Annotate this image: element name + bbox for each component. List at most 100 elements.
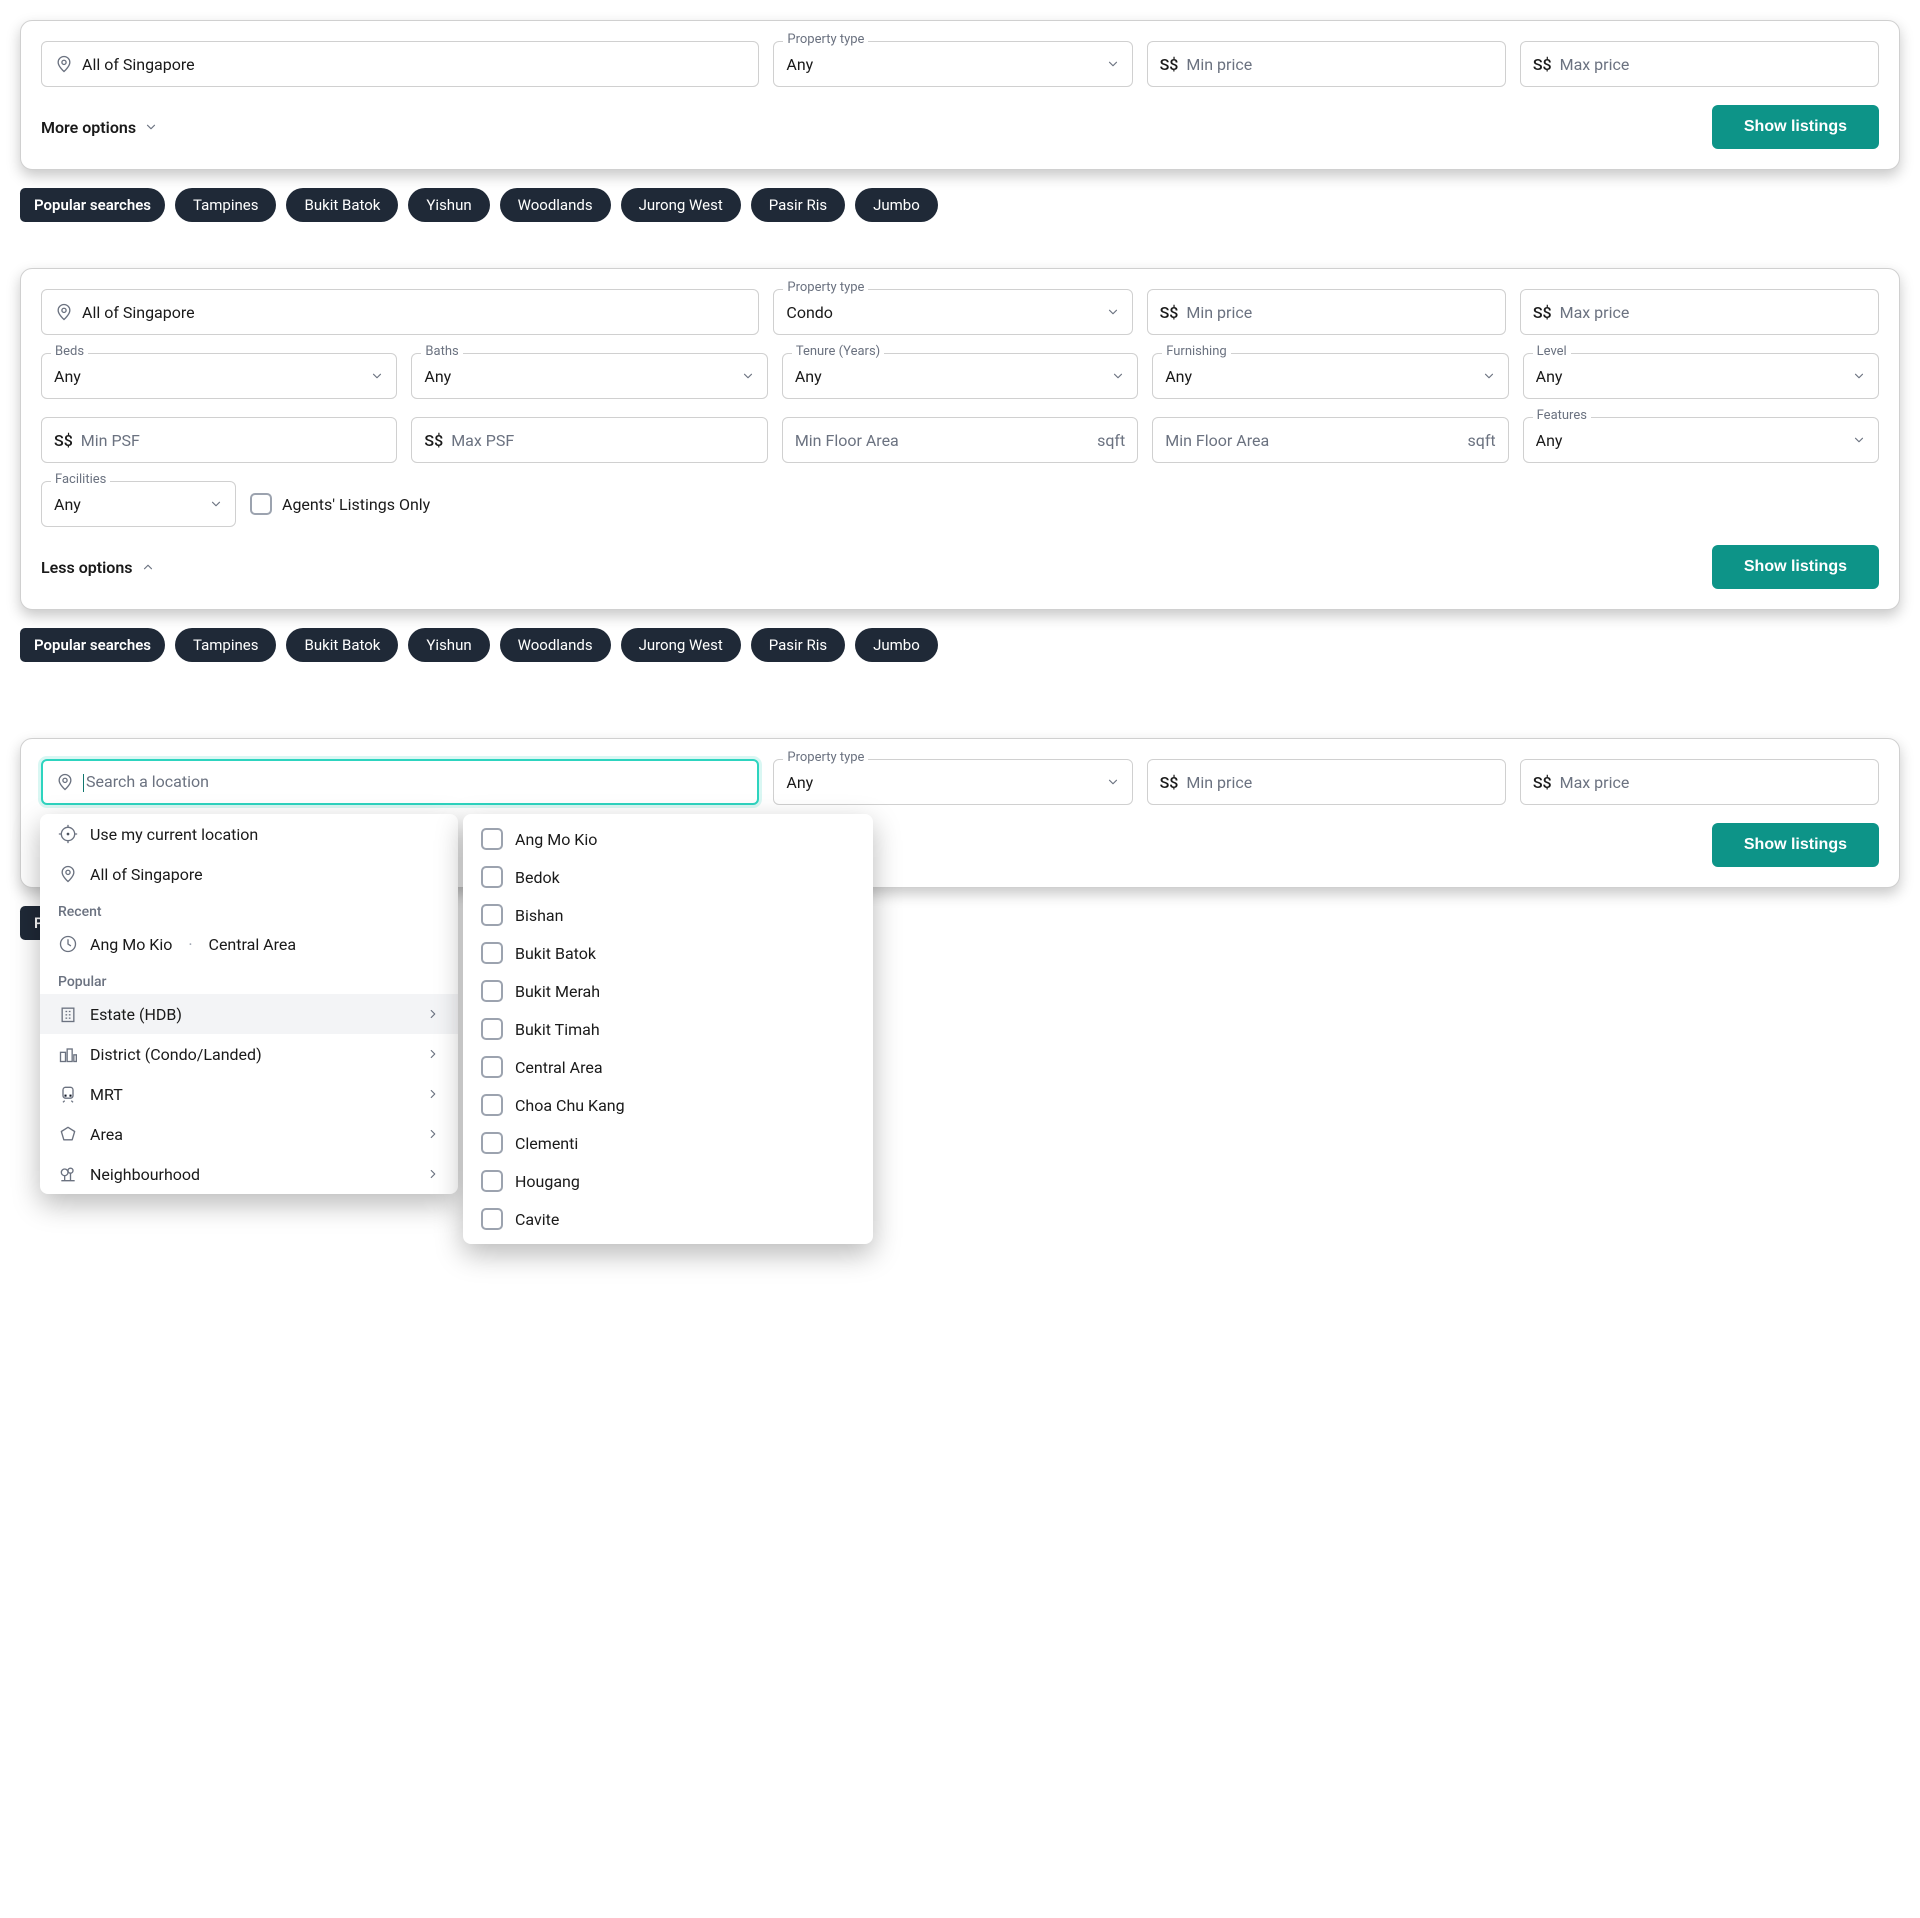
estate-checkbox[interactable] <box>481 1056 503 1078</box>
property-type-label: Property type <box>783 281 868 294</box>
popular-search-chip[interactable]: Bukit Batok <box>286 188 398 222</box>
location-input[interactable]: All of Singapore <box>41 289 759 335</box>
estate-name: Bukit Batok <box>515 944 855 963</box>
estate-name: Bishan <box>515 906 855 925</box>
estate-option[interactable]: Clementi <box>463 1124 873 1162</box>
popular-search-chip[interactable]: Yishun <box>408 188 489 222</box>
location-input[interactable]: All of Singapore <box>41 41 759 87</box>
baths-select[interactable]: Any <box>411 353 767 399</box>
beds-select[interactable]: Any <box>41 353 397 399</box>
chevron-right-icon <box>426 1047 440 1061</box>
estate-option[interactable]: Bukit Batok <box>463 934 873 972</box>
more-options-toggle[interactable]: More options <box>41 118 158 137</box>
currency-prefix: S$ <box>1160 55 1179 74</box>
estate-name: Cavite <box>515 1210 855 1229</box>
estate-checkbox[interactable] <box>481 828 503 850</box>
less-options-toggle[interactable]: Less options <box>41 558 155 577</box>
estate-checkbox[interactable] <box>481 1132 503 1154</box>
estate-option[interactable]: Central Area <box>463 1048 873 1086</box>
max-psf-input[interactable]: S$ Max PSF <box>411 417 767 463</box>
all-of-singapore[interactable]: All of Singapore <box>40 854 458 894</box>
search-panel-expanded: All of Singapore Property type Condo S$ … <box>20 268 1900 610</box>
estate-checkbox[interactable] <box>481 942 503 964</box>
estate-checkbox[interactable] <box>481 980 503 1002</box>
popular-search-chip[interactable]: Tampines <box>175 188 277 222</box>
property-type-value: Any <box>786 55 1097 74</box>
estate-checkbox[interactable] <box>481 1018 503 1040</box>
trees-icon <box>58 1164 78 1184</box>
min-price-input[interactable]: S$ Min price <box>1147 289 1506 335</box>
popular-search-chip[interactable]: Woodlands <box>500 628 611 662</box>
estate-option[interactable]: Bukit Timah <box>463 1010 873 1048</box>
popular-search-chip[interactable]: Woodlands <box>500 188 611 222</box>
popular-search-chip[interactable]: Jumbo <box>855 188 938 222</box>
level-label: Level <box>1533 345 1571 358</box>
recent-search-item[interactable]: Ang Mo Kio · Central Area <box>40 924 458 964</box>
popular-search-chip[interactable]: Pasir Ris <box>751 188 845 222</box>
estate-checkbox[interactable] <box>481 904 503 926</box>
pin-icon <box>55 772 75 792</box>
facilities-select[interactable]: Any <box>41 481 236 527</box>
furnishing-label: Furnishing <box>1162 345 1230 358</box>
location-value: All of Singapore <box>82 55 746 74</box>
agents-only-checkbox[interactable] <box>250 493 272 515</box>
show-listings-button[interactable]: Show listings <box>1712 545 1879 589</box>
estate-checkbox[interactable] <box>481 1208 503 1230</box>
category-neighbourhood[interactable]: Neighbourhood <box>40 1154 458 1194</box>
popular-search-chip[interactable]: Jumbo <box>855 628 938 662</box>
estate-checkbox[interactable] <box>481 1170 503 1192</box>
estate-option[interactable]: Bishan <box>463 896 873 934</box>
property-type-select[interactable]: Any <box>773 759 1132 805</box>
beds-label: Beds <box>51 345 88 358</box>
min-price-input[interactable]: S$ Min price <box>1147 41 1506 87</box>
train-icon <box>58 1084 78 1104</box>
popular-search-chip[interactable]: Bukit Batok <box>286 628 398 662</box>
estate-option[interactable]: Cavite <box>463 1200 873 1238</box>
estate-option[interactable]: Bedok <box>463 858 873 896</box>
max-price-input[interactable]: S$ Max price <box>1520 289 1879 335</box>
show-listings-button[interactable]: Show listings <box>1712 823 1879 867</box>
property-type-select[interactable]: Any <box>773 41 1132 87</box>
chevron-down-icon <box>741 369 755 383</box>
estate-option[interactable]: Hougang <box>463 1162 873 1200</box>
chevron-down-icon <box>1852 369 1866 383</box>
furnishing-select[interactable]: Any <box>1152 353 1508 399</box>
popular-search-chip[interactable]: Jurong West <box>621 188 741 222</box>
chevron-up-icon <box>141 560 155 574</box>
pin-icon <box>58 864 78 884</box>
max-price-input[interactable]: S$ Max price <box>1520 759 1879 805</box>
category-mrt[interactable]: MRT <box>40 1074 458 1114</box>
location-dropdown: Use my current location All of Singapore… <box>40 814 458 1194</box>
property-type-select[interactable]: Condo <box>773 289 1132 335</box>
min-floor-area-input[interactable]: Min Floor Area sqft <box>782 417 1138 463</box>
category-district[interactable]: District (Condo/Landed) <box>40 1034 458 1074</box>
estate-name: Central Area <box>515 1058 855 1077</box>
estate-checkbox[interactable] <box>481 1094 503 1116</box>
popular-search-chip[interactable]: Tampines <box>175 628 277 662</box>
building-icon <box>58 1004 78 1024</box>
estate-name: Bukit Timah <box>515 1020 855 1039</box>
estate-option[interactable]: Ang Mo Kio <box>463 820 873 858</box>
show-listings-button[interactable]: Show listings <box>1712 105 1879 149</box>
chevron-right-icon <box>426 1007 440 1021</box>
estate-name: Bedok <box>515 868 855 887</box>
level-select[interactable]: Any <box>1523 353 1879 399</box>
tenure-select[interactable]: Any <box>782 353 1138 399</box>
toggle-label: More options <box>41 118 136 137</box>
category-area[interactable]: Area <box>40 1114 458 1154</box>
min-psf-input[interactable]: S$ Min PSF <box>41 417 397 463</box>
features-select[interactable]: Any <box>1523 417 1879 463</box>
location-input[interactable]: Search a location <box>41 759 759 805</box>
estate-checkbox[interactable] <box>481 866 503 888</box>
max-price-input[interactable]: S$ Max price <box>1520 41 1879 87</box>
popular-search-chip[interactable]: Jurong West <box>621 628 741 662</box>
location-placeholder: Search a location <box>83 772 745 792</box>
popular-search-chip[interactable]: Pasir Ris <box>751 628 845 662</box>
max-floor-area-input[interactable]: Min Floor Area sqft <box>1152 417 1508 463</box>
category-estate-hdb[interactable]: Estate (HDB) <box>40 994 458 1034</box>
estate-option[interactable]: Choa Chu Kang <box>463 1086 873 1124</box>
estate-option[interactable]: Bukit Merah <box>463 972 873 1010</box>
use-current-location[interactable]: Use my current location <box>40 814 458 854</box>
popular-search-chip[interactable]: Yishun <box>408 628 489 662</box>
min-price-input[interactable]: S$ Min price <box>1147 759 1506 805</box>
